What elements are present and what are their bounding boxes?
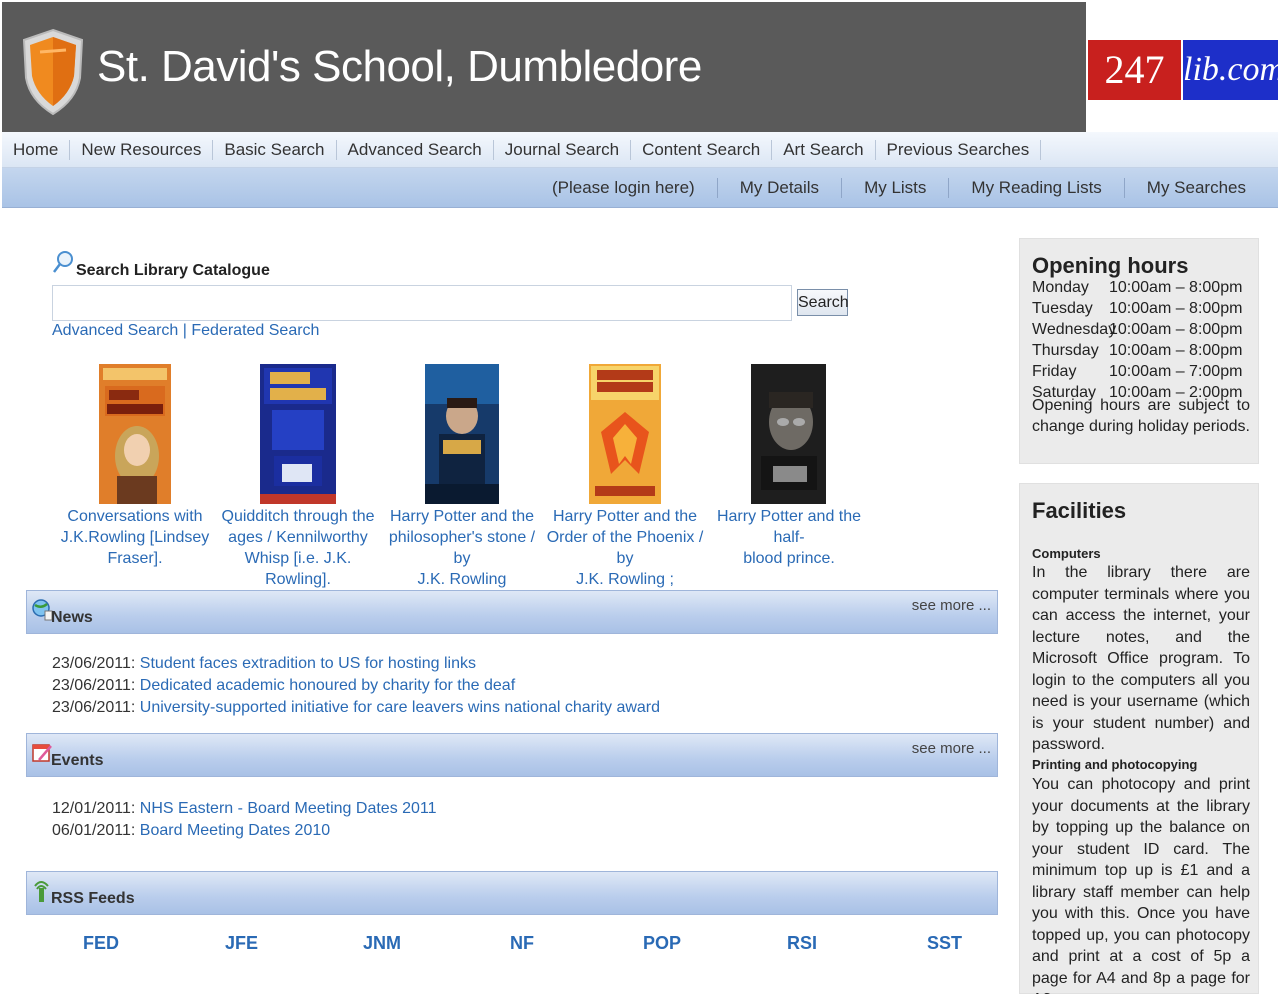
news-list: 23/06/2011: Student faces extradition to… — [52, 653, 660, 719]
nav-content-search[interactable]: Content Search — [631, 140, 773, 160]
search-links: Advanced Search | Federated Search — [52, 322, 319, 340]
rss-title: RSS Feeds — [51, 890, 135, 907]
rss-feed-pop[interactable]: POP — [643, 933, 681, 954]
book-title-1[interactable]: Conversations with J.K.Rowling [Lindsey … — [60, 506, 210, 569]
news-title: News — [51, 609, 93, 626]
nav-advanced-search[interactable]: Advanced Search — [337, 140, 494, 160]
book-cover-1[interactable] — [99, 364, 171, 504]
book-cover-2[interactable] — [260, 364, 336, 504]
rss-feed-rsi[interactable]: RSI — [787, 933, 817, 954]
facilities-title: Facilities — [1032, 498, 1127, 523]
rss-feed-fed[interactable]: FED — [83, 933, 119, 954]
book-title-2[interactable]: Quidditch through the ages / Kennilworth… — [212, 506, 384, 590]
page: St. David's School, Dumbledore 247 lib.c… — [0, 0, 1280, 994]
federated-search-link[interactable]: Federated Search — [191, 322, 319, 339]
news-item: 23/06/2011: Student faces extradition to… — [52, 655, 476, 672]
book-cover-4[interactable] — [589, 364, 661, 504]
news-see-more[interactable]: see more ... — [912, 597, 991, 614]
rss-feed-jfe[interactable]: JFE — [225, 933, 258, 954]
hours-row: Friday 10:00am – 7:00pm — [1032, 363, 1243, 380]
rss-signal-icon — [34, 881, 49, 902]
secondary-nav: (Please login here) My Details My Lists … — [2, 168, 1278, 208]
magnifier-icon — [53, 251, 73, 273]
rss-feed-nf[interactable]: NF — [510, 933, 534, 954]
search-heading: Search Library Catalogue — [52, 250, 270, 279]
nav-basic-search[interactable]: Basic Search — [213, 140, 337, 160]
facility-text-computers: In the library there are computer termin… — [1032, 564, 1250, 753]
nav-art-search[interactable]: Art Search — [772, 140, 876, 160]
news-item: 23/06/2011: Dedicated academic honoured … — [52, 677, 516, 694]
events-see-more[interactable]: see more ... — [912, 740, 991, 757]
events-list: 12/01/2011: NHS Eastern - Board Meeting … — [52, 798, 437, 842]
link-separator: | — [182, 322, 187, 339]
events-section-bar: Events see more ... — [26, 733, 998, 777]
logo-247[interactable]: 247 — [1088, 40, 1181, 100]
book-cover-5[interactable] — [751, 364, 826, 504]
school-shield-icon — [22, 28, 84, 116]
nav-login[interactable]: (Please login here) — [530, 178, 718, 198]
opening-hours-panel: Opening hours Monday 10:00am – 8:00pm Tue… — [1019, 238, 1259, 464]
hours-row: Monday 10:00am – 8:00pm — [1032, 279, 1243, 296]
nav-my-reading-lists[interactable]: My Reading Lists — [949, 178, 1125, 198]
nav-home[interactable]: Home — [2, 140, 71, 160]
nav-journal-search[interactable]: Journal Search — [494, 140, 632, 160]
globe-icon — [32, 599, 53, 621]
facilities-panel: Facilities Computers In the library ther… — [1019, 483, 1259, 994]
nav-my-details[interactable]: My Details — [718, 178, 843, 198]
hours-row: Thursday 10:00am – 8:00pm — [1032, 342, 1243, 359]
facility-heading-printing: Printing and photocopying — [1032, 757, 1198, 772]
site-header: St. David's School, Dumbledore — [2, 2, 1086, 132]
advanced-search-link[interactable]: Advanced Search — [52, 322, 178, 339]
logo-libcom[interactable]: lib.com — [1183, 40, 1280, 100]
nav-previous-searches[interactable]: Previous Searches — [876, 140, 1042, 160]
book-title-3[interactable]: Harry Potter and the philosopher's stone… — [380, 506, 544, 590]
event-item: 06/01/2011: Board Meeting Dates 2010 — [52, 822, 331, 839]
facility-heading-computers: Computers — [1032, 546, 1101, 561]
search-button[interactable]: Search — [797, 289, 849, 316]
opening-hours-title: Opening hours — [1032, 253, 1189, 278]
hours-row: Wednesday 10:00am – 8:00pm — [1032, 321, 1243, 338]
event-item: 12/01/2011: NHS Eastern - Board Meeting … — [52, 800, 437, 817]
nav-new-resources[interactable]: New Resources — [70, 140, 214, 160]
primary-nav: Home New Resources Basic Search Advanced… — [2, 132, 1278, 168]
events-title: Events — [51, 752, 104, 769]
search-heading-text: Search Library Catalogue — [76, 262, 270, 279]
calendar-pencil-icon — [32, 744, 52, 762]
rss-feed-sst[interactable]: SST — [927, 933, 962, 954]
book-title-4[interactable]: Harry Potter and the Order of the Phoeni… — [542, 506, 708, 590]
catalogue-search-input[interactable] — [52, 285, 792, 321]
site-title: St. David's School, Dumbledore — [97, 42, 702, 91]
news-section-bar: News see more ... — [26, 590, 998, 634]
facility-text-printing: You can photocopy and print your documen… — [1032, 776, 1250, 994]
hours-row: Tuesday 10:00am – 8:00pm — [1032, 300, 1243, 317]
book-cover-3[interactable] — [425, 364, 499, 504]
rss-section-bar: RSS Feeds — [26, 871, 998, 915]
news-item: 23/06/2011: University-supported initiat… — [52, 699, 661, 716]
rss-feed-jnm[interactable]: JNM — [363, 933, 401, 954]
opening-hours-note: Opening hours are subject to change duri… — [1032, 397, 1250, 435]
nav-my-searches[interactable]: My Searches — [1125, 178, 1268, 198]
opening-hours-table: Monday 10:00am – 8:00pm Tuesday 10:00am – … — [1032, 277, 1242, 403]
nav-my-lists[interactable]: My Lists — [842, 178, 950, 198]
book-title-5[interactable]: Harry Potter and the half- blood prince. — [704, 506, 874, 569]
